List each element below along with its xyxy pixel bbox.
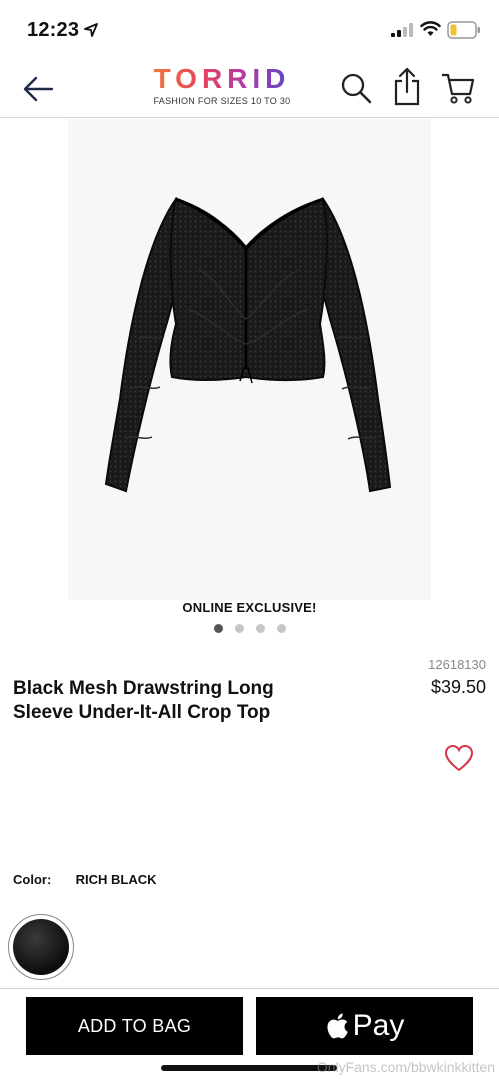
logo-wordmark: TORRID: [151, 64, 293, 94]
cart-icon[interactable]: [440, 70, 476, 106]
color-value: RICH BLACK: [75, 872, 157, 887]
color-row: Color: RICH BLACK: [13, 872, 157, 887]
apple-logo-icon: [327, 1013, 348, 1039]
logo-tagline: FASHION FOR SIZES 10 TO 30: [153, 96, 291, 106]
color-label: Color:: [13, 872, 52, 887]
status-time: 12:23: [27, 19, 80, 41]
apple-pay-label: Pay: [352, 1009, 405, 1042]
product-image[interactable]: [68, 119, 431, 600]
bottom-action-bar: ADD TO BAG Pay OnlyFans.com/bbwkinkkitte…: [0, 988, 499, 1080]
online-exclusive-badge: ONLINE EXCLUSIVE!: [182, 600, 317, 615]
torrid-logo[interactable]: TORRID FASHION FOR SIZES 10 TO 30: [151, 64, 293, 114]
location-arrow-icon: [84, 23, 98, 37]
image-dot-1[interactable]: [213, 624, 223, 633]
watermark-text: OnlyFans.com/bbwkinkkitten: [316, 1059, 495, 1075]
wifi-icon: [420, 21, 441, 36]
image-pagination[interactable]: [0, 624, 499, 636]
battery-icon: [447, 21, 480, 39]
product-title: Black Mesh Drawstring Long Sleeve Under-…: [13, 678, 274, 723]
image-dot-4[interactable]: [276, 624, 286, 633]
product-sku: 12618130: [428, 657, 486, 672]
search-icon[interactable]: [338, 70, 374, 106]
image-dot-3[interactable]: [255, 624, 265, 633]
signal-icon: [391, 23, 413, 37]
home-indicator[interactable]: [161, 1065, 337, 1071]
image-dot-2[interactable]: [234, 624, 244, 633]
add-to-bag-button[interactable]: ADD TO BAG: [26, 997, 243, 1055]
status-bar: 12:23: [0, 0, 499, 60]
apple-pay-button[interactable]: Pay: [256, 997, 473, 1055]
back-arrow-icon[interactable]: [18, 72, 58, 106]
swatch-fabric: [13, 919, 69, 975]
color-swatch-rich-black[interactable]: [8, 914, 74, 980]
favorite-heart-icon[interactable]: [444, 744, 474, 772]
crop-top-illustration: [104, 196, 392, 493]
product-price: $39.50: [430, 677, 486, 697]
share-icon[interactable]: [391, 66, 423, 106]
app-header: TORRID FASHION FOR SIZES 10 TO 30: [0, 60, 499, 118]
